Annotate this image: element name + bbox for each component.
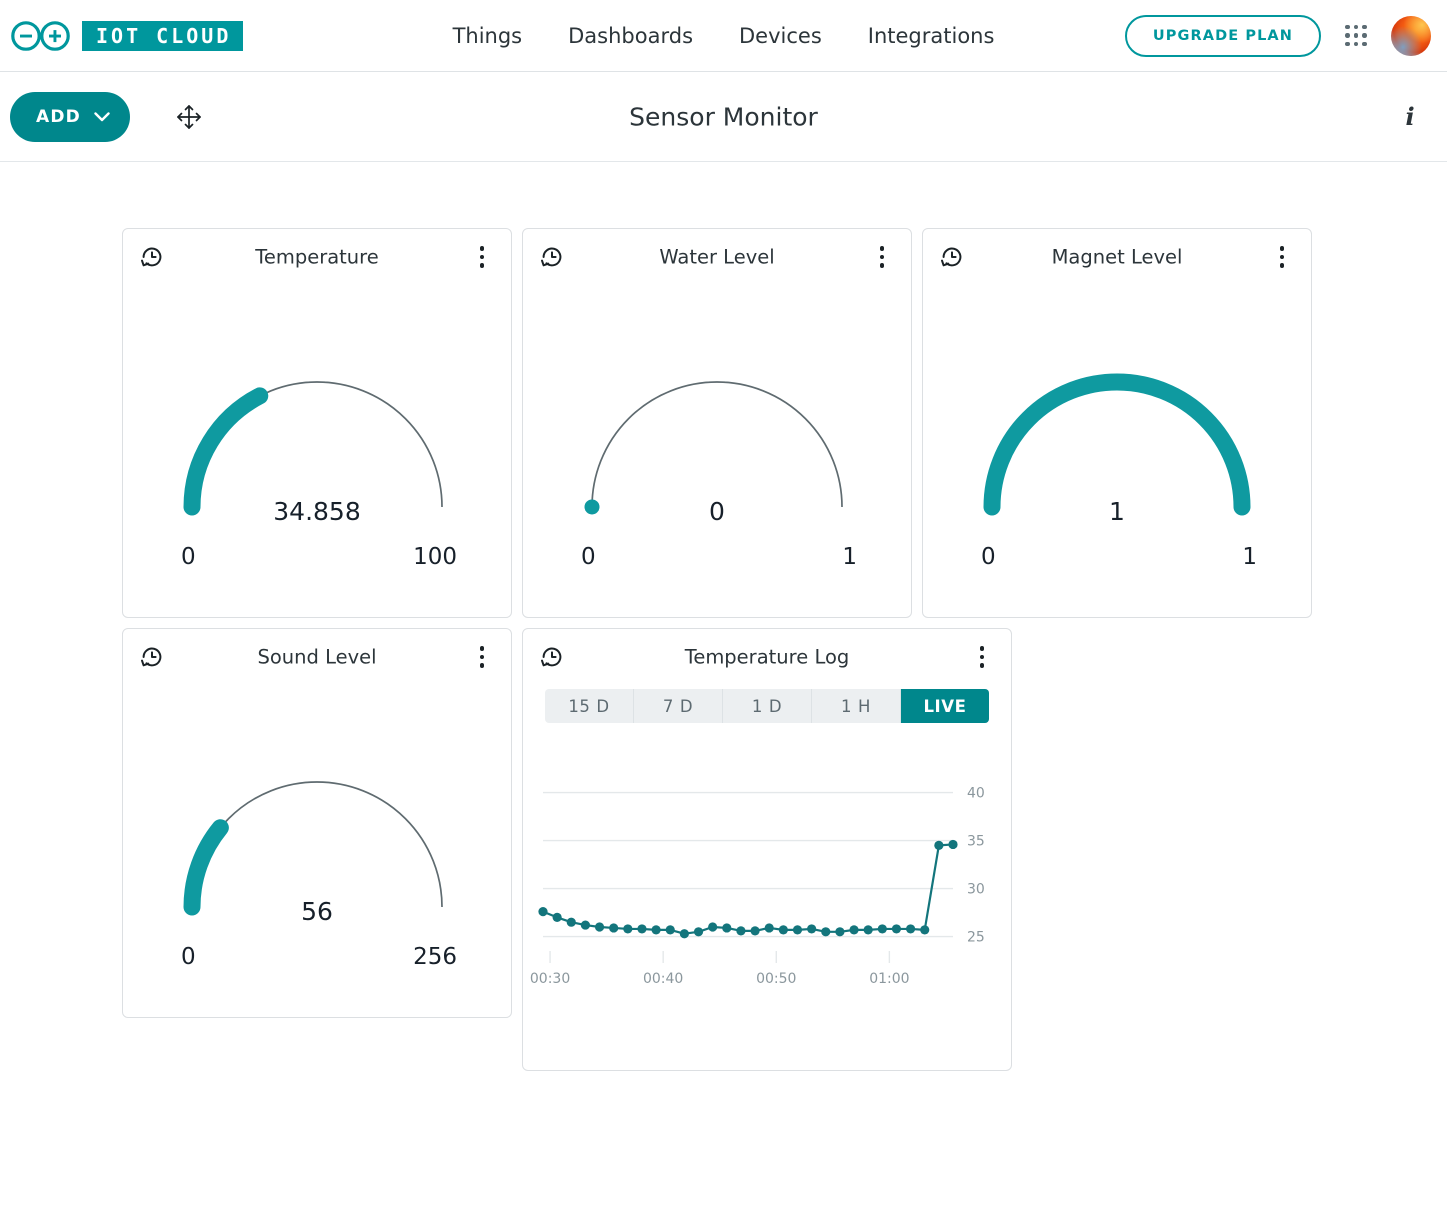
- history-clock-icon[interactable]: [139, 644, 165, 670]
- range-tab-1d[interactable]: 1 D: [723, 689, 812, 723]
- widget-sound-level[interactable]: Sound Level 56 0 256: [122, 628, 512, 1018]
- widget-magnet-level[interactable]: Magnet Level 1 0 1: [922, 228, 1312, 618]
- add-button-label: ADD: [36, 106, 81, 127]
- upgrade-plan-button[interactable]: UPGRADE PLAN: [1124, 14, 1321, 57]
- range-tab-1h[interactable]: 1 H: [812, 689, 901, 723]
- gauge-value: 56: [301, 897, 333, 926]
- nav-item-things[interactable]: Things: [453, 24, 523, 48]
- temperature-log-chart: 25 30 35 40 00:30 00:40 00:50 01:00: [523, 767, 1011, 1007]
- dashboard-toolbar: ADD Sensor Monitor i: [0, 72, 1447, 162]
- gauge-max-label: 256: [413, 944, 457, 970]
- brand-chip-label: IOT CLOUD: [82, 20, 244, 51]
- gauge-value: 34.858: [273, 497, 361, 526]
- nav-item-integrations[interactable]: Integrations: [868, 24, 995, 48]
- add-button[interactable]: ADD: [10, 91, 130, 142]
- move-arrows-icon[interactable]: [172, 100, 206, 134]
- range-tab-7d[interactable]: 7 D: [634, 689, 723, 723]
- arduino-infinity-logo-icon: [10, 19, 72, 53]
- nav-item-dashboards[interactable]: Dashboards: [568, 24, 693, 48]
- widget-water-level[interactable]: Water Level 0 0 1: [522, 228, 912, 618]
- gauge-max-label: 1: [842, 544, 857, 570]
- top-navigation-bar: IOT CLOUD Things Dashboards Devices Inte…: [0, 0, 1447, 72]
- widget-header: Magnet Level: [923, 229, 1311, 285]
- info-icon[interactable]: i: [1395, 102, 1425, 132]
- gauge: 0 0 1: [523, 285, 911, 585]
- gauge-min-label: 0: [181, 944, 196, 970]
- gauge-value: 0: [709, 497, 725, 526]
- dashboard-canvas: Temperature 34.858 0 100 Water Level 0 0…: [0, 162, 1447, 1071]
- gauge-min-label: 0: [581, 544, 596, 570]
- gauge-min-label: 0: [181, 544, 196, 570]
- range-tab-15d[interactable]: 15 D: [545, 689, 634, 723]
- widget-header: Temperature Log: [523, 629, 1011, 685]
- nav-item-devices[interactable]: Devices: [739, 24, 822, 48]
- widget-row-2: Sound Level 56 0 256 Temperature Log 15 …: [122, 628, 1447, 1071]
- gauge: 1 0 1: [923, 285, 1311, 585]
- gauge-value: 1: [1109, 497, 1125, 526]
- widget-title: Sound Level: [257, 645, 377, 669]
- range-tab-live[interactable]: LIVE: [901, 689, 989, 723]
- svg-text:30: 30: [967, 882, 985, 898]
- widget-temperature[interactable]: Temperature 34.858 0 100: [122, 228, 512, 618]
- widget-temperature-log[interactable]: Temperature Log 15 D 7 D 1 D 1 H LIVE 25…: [522, 628, 1012, 1071]
- gauge-max-label: 100: [413, 544, 457, 570]
- gauge: 34.858 0 100: [123, 285, 511, 585]
- kebab-menu-icon[interactable]: [871, 244, 893, 270]
- svg-text:01:00: 01:00: [869, 971, 909, 987]
- svg-text:00:40: 00:40: [643, 971, 683, 987]
- main-nav: Things Dashboards Devices Integrations: [453, 24, 995, 48]
- history-clock-icon[interactable]: [539, 644, 565, 670]
- svg-text:40: 40: [967, 786, 985, 802]
- widget-title: Magnet Level: [1051, 245, 1183, 269]
- gauge-min-label: 0: [981, 544, 996, 570]
- brand-logo[interactable]: IOT CLOUD: [10, 19, 244, 53]
- widget-row-1: Temperature 34.858 0 100 Water Level 0 0…: [122, 228, 1447, 618]
- widget-header: Sound Level: [123, 629, 511, 685]
- widget-header: Water Level: [523, 229, 911, 285]
- svg-text:25: 25: [967, 930, 985, 946]
- kebab-menu-icon[interactable]: [971, 644, 993, 670]
- svg-text:35: 35: [967, 834, 985, 850]
- widget-title: Temperature: [255, 245, 379, 269]
- svg-text:00:30: 00:30: [530, 971, 570, 987]
- gauge: 56 0 256: [123, 685, 511, 985]
- widget-title: Temperature Log: [684, 645, 850, 669]
- apps-grid-icon[interactable]: [1343, 23, 1369, 49]
- time-range-tabs: 15 D 7 D 1 D 1 H LIVE: [545, 689, 989, 723]
- kebab-menu-icon[interactable]: [1271, 244, 1293, 270]
- kebab-menu-icon[interactable]: [471, 244, 493, 270]
- widget-title: Water Level: [659, 245, 775, 269]
- kebab-menu-icon[interactable]: [471, 644, 493, 670]
- gauge-max-label: 1: [1242, 544, 1257, 570]
- history-clock-icon[interactable]: [939, 244, 965, 270]
- history-clock-icon[interactable]: [139, 244, 165, 270]
- header-actions: UPGRADE PLAN: [1124, 14, 1431, 57]
- history-clock-icon[interactable]: [539, 244, 565, 270]
- chevron-down-icon: [94, 107, 110, 127]
- avatar[interactable]: [1391, 15, 1431, 56]
- widget-header: Temperature: [123, 229, 511, 285]
- svg-text:00:50: 00:50: [756, 971, 796, 987]
- page-title: Sensor Monitor: [629, 102, 818, 131]
